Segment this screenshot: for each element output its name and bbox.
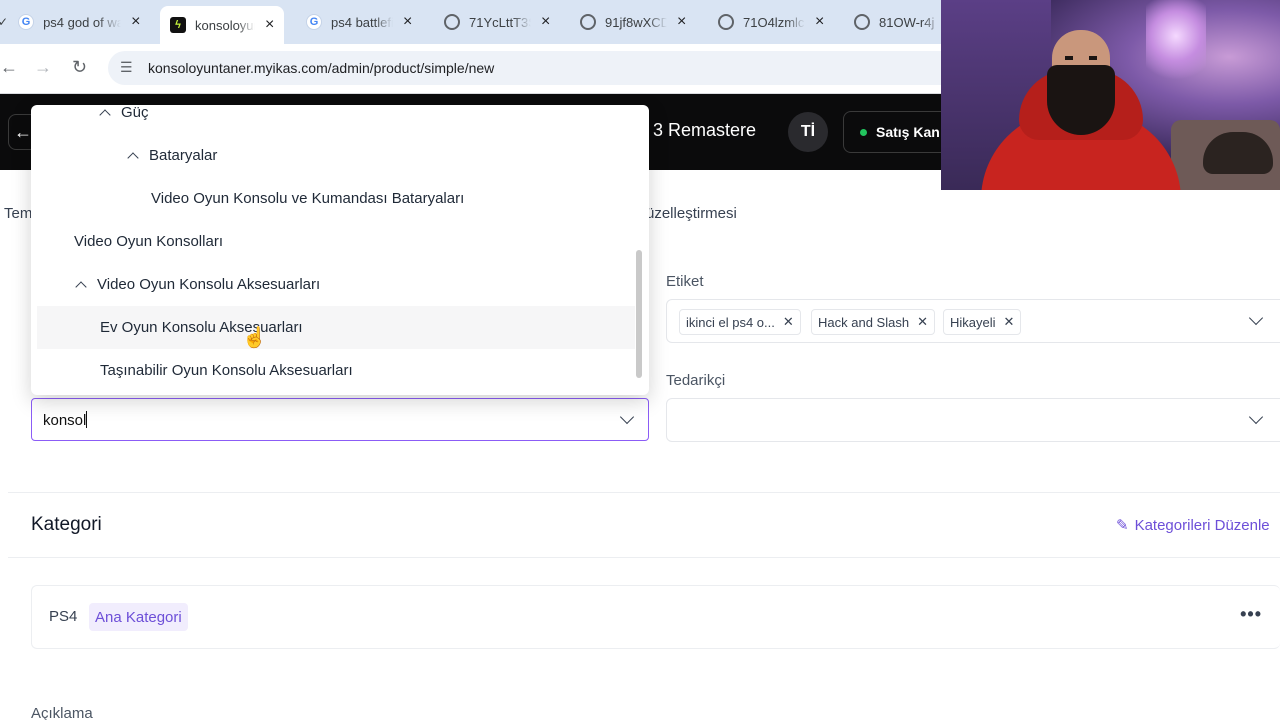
back-arrow-icon: ← xyxy=(14,121,32,142)
dropdown-option[interactable]: Bataryalar xyxy=(31,134,635,177)
close-tab-icon[interactable]: × xyxy=(403,13,412,31)
chevron-down-icon[interactable] xyxy=(619,409,635,425)
main-category-badge: Ana Kategori xyxy=(89,603,188,631)
browser-tab[interactable]: 71YcLttT3S × xyxy=(434,6,560,38)
chevron-down-icon xyxy=(1248,310,1264,326)
pencil-icon: ✎ xyxy=(1116,517,1129,534)
browser-tab[interactable]: 71O4lzmlc × xyxy=(708,6,834,38)
close-tab-icon[interactable]: × xyxy=(815,13,824,31)
edit-categories-link[interactable]: ✎ Kategorileri Düzenle xyxy=(1116,516,1270,534)
category-section-title: Kategori xyxy=(31,514,102,535)
description-label: Açıklama xyxy=(31,705,93,720)
dropdown-option[interactable]: Video Oyun Konsolu Aksesuarları xyxy=(31,263,635,306)
globe-icon xyxy=(854,14,870,30)
webcam-cat xyxy=(1203,132,1273,174)
remove-tag-icon[interactable]: ✕ xyxy=(917,314,928,330)
dropdown-option-highlighted[interactable]: Ev Oyun Konsolu Aksesuarları xyxy=(37,306,635,349)
forward-arrow-icon[interactable]: → xyxy=(34,57,52,78)
google-icon: G xyxy=(18,14,35,30)
dropdown-option[interactable]: Video Oyun Konsolları xyxy=(31,220,635,263)
tag-chip: ikinci el ps4 o... ✕ xyxy=(679,309,801,335)
section-divider xyxy=(8,492,1280,493)
close-tab-icon[interactable]: × xyxy=(265,16,274,34)
category-row: PS4 Ana Kategori ••• xyxy=(31,585,1280,649)
tags-select[interactable]: ikinci el ps4 o... ✕ Hack and Slash ✕ Hi… xyxy=(666,299,1280,343)
remove-tag-icon[interactable]: ✕ xyxy=(783,314,794,330)
browser-tab[interactable]: ✓ G ps4 god of war × xyxy=(0,6,150,38)
globe-icon xyxy=(718,14,734,30)
address-bar[interactable]: ☰ konsoloyuntaner.myikas.com/admin/produ… xyxy=(108,51,968,85)
hand-cursor-icon: ☝ xyxy=(242,327,267,349)
globe-icon xyxy=(444,14,460,30)
category-dropdown-list: Güç Bataryalar Video Oyun Konsolu ve Kum… xyxy=(31,105,649,395)
dropdown-option[interactable]: Güç xyxy=(31,105,635,134)
supplier-select[interactable] xyxy=(666,398,1280,442)
dropdown-option[interactable]: Video Oyun Konsolu ve Kumandası Bataryal… xyxy=(31,177,635,220)
webcam-person-beard xyxy=(1047,65,1115,135)
webcam-light xyxy=(1146,0,1206,90)
tags-label: Etiket xyxy=(666,273,704,290)
site-settings-icon[interactable]: ☰ xyxy=(120,59,133,76)
dropdown-option[interactable]: Taşınabilir Oyun Konsolu Aksesuarları xyxy=(31,349,635,392)
webcam-overlay xyxy=(941,0,1280,190)
remove-tag-icon[interactable]: ✕ xyxy=(1004,314,1015,330)
back-arrow-icon[interactable]: ← xyxy=(0,57,18,78)
browser-tab-active[interactable]: ϟ konsoloyuntaner × xyxy=(160,6,285,44)
google-icon: G xyxy=(306,14,322,30)
url-text: konsoloyuntaner.myikas.com/admin/product… xyxy=(148,60,495,76)
status-dot-icon xyxy=(860,128,867,136)
chevron-up-icon[interactable] xyxy=(127,151,139,164)
chevron-down-icon xyxy=(1248,409,1264,425)
tag-chip: Hikayeli ✕ xyxy=(943,309,1022,335)
close-tab-icon[interactable]: × xyxy=(131,13,140,31)
more-options-icon[interactable]: ••• xyxy=(1240,604,1262,625)
dropdown-scrollbar[interactable] xyxy=(636,250,642,378)
sales-channel-label: Satış Kan xyxy=(876,124,940,140)
reload-icon[interactable]: ↻ xyxy=(72,57,87,78)
section-divider xyxy=(8,557,1280,558)
supplier-label: Tedarikçi xyxy=(666,372,726,389)
chevron-up-icon[interactable] xyxy=(99,108,111,121)
subnav-tab[interactable]: Tem xyxy=(4,205,32,222)
avatar[interactable]: Tİ xyxy=(788,112,828,152)
category-name: PS4 xyxy=(49,608,78,625)
browser-tab[interactable]: 81OW-r4j xyxy=(844,6,951,38)
category-search-input[interactable]: konsol xyxy=(31,398,649,441)
product-title: 3 Remastere xyxy=(653,120,757,140)
globe-icon xyxy=(580,14,596,30)
close-tab-icon[interactable]: × xyxy=(677,13,686,31)
chevron-up-icon[interactable] xyxy=(75,280,87,293)
browser-tab[interactable]: G ps4 battlefield × xyxy=(296,6,422,38)
browser-tab[interactable]: 91jf8wXCD × xyxy=(570,6,696,38)
myikas-bolt-icon: ϟ xyxy=(170,17,186,33)
webcam-person-eyes xyxy=(1065,56,1097,60)
close-tab-icon[interactable]: × xyxy=(541,13,550,31)
tag-chip: Hack and Slash ✕ xyxy=(811,309,935,335)
text-caret xyxy=(86,411,88,428)
subnav-tab[interactable]: üzelleştirmesi xyxy=(646,205,737,222)
